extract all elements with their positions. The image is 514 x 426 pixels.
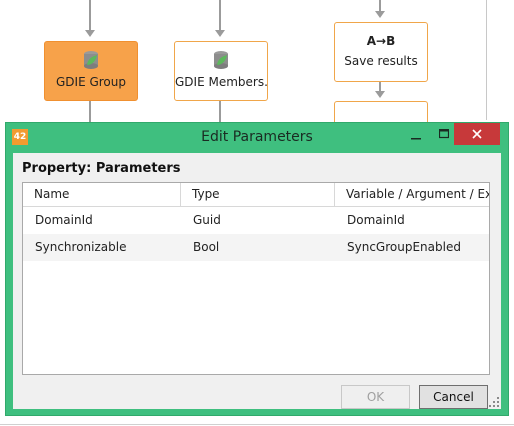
- property-label: Property: Parameters: [22, 161, 181, 176]
- connector-line: [89, 0, 91, 30]
- table-row[interactable]: DomainId Guid DomainId: [23, 207, 489, 234]
- cell-value[interactable]: SyncGroupEnabled: [335, 234, 489, 261]
- edit-parameters-dialog: 42 Edit Parameters Property: Parameters …: [5, 122, 509, 416]
- cell-value[interactable]: DomainId: [335, 207, 489, 234]
- node-label: GDIE Group: [55, 75, 126, 89]
- cancel-button[interactable]: Cancel: [419, 385, 488, 409]
- table-row[interactable]: Synchronizable Bool SyncGroupEnabled: [23, 234, 489, 261]
- dialog-titlebar[interactable]: 42 Edit Parameters: [6, 123, 508, 151]
- a-to-b-icon: A→B: [366, 34, 396, 48]
- column-header-name[interactable]: Name: [23, 183, 181, 206]
- canvas-divider: [486, 0, 487, 120]
- column-header-type[interactable]: Type: [181, 183, 335, 206]
- minimize-icon: [411, 138, 421, 140]
- connector-arrow: [215, 30, 225, 37]
- column-header-variable[interactable]: Variable / Argument / Expre: [335, 183, 489, 206]
- grid-header: Name Type Variable / Argument / Expre: [23, 183, 489, 207]
- database-leaf-icon: [45, 50, 137, 73]
- canvas-border: [0, 424, 514, 425]
- connector-arrow: [375, 11, 385, 18]
- parameters-grid[interactable]: Name Type Variable / Argument / Expre Do…: [22, 182, 490, 375]
- cell-name[interactable]: DomainId: [23, 207, 181, 234]
- workflow-node-save-results[interactable]: A→B Save results: [334, 22, 428, 82]
- cell-type[interactable]: Guid: [181, 207, 335, 234]
- connector-line: [219, 0, 221, 30]
- resize-grip-icon[interactable]: [489, 397, 499, 407]
- close-button[interactable]: [454, 123, 500, 145]
- node-label: GDIE Members...: [175, 75, 267, 89]
- cell-type[interactable]: Bool: [181, 234, 335, 261]
- minimize-button[interactable]: [402, 123, 430, 145]
- connector-arrow: [85, 30, 95, 37]
- node-label: Save results: [344, 54, 418, 68]
- connector-arrow: [375, 91, 385, 98]
- ok-button[interactable]: OK: [341, 385, 410, 409]
- close-icon: [472, 129, 482, 139]
- database-leaf-icon: [175, 50, 267, 73]
- connector-line: [219, 101, 221, 122]
- maximize-icon: [438, 128, 450, 139]
- dialog-body: Property: Parameters Name Type Variable …: [13, 153, 501, 409]
- workflow-node-gdie-members[interactable]: GDIE Members...: [174, 41, 268, 101]
- workflow-node-gdie-group[interactable]: GDIE Group: [44, 41, 138, 101]
- connector-line: [89, 101, 91, 122]
- cell-name[interactable]: Synchronizable: [23, 234, 181, 261]
